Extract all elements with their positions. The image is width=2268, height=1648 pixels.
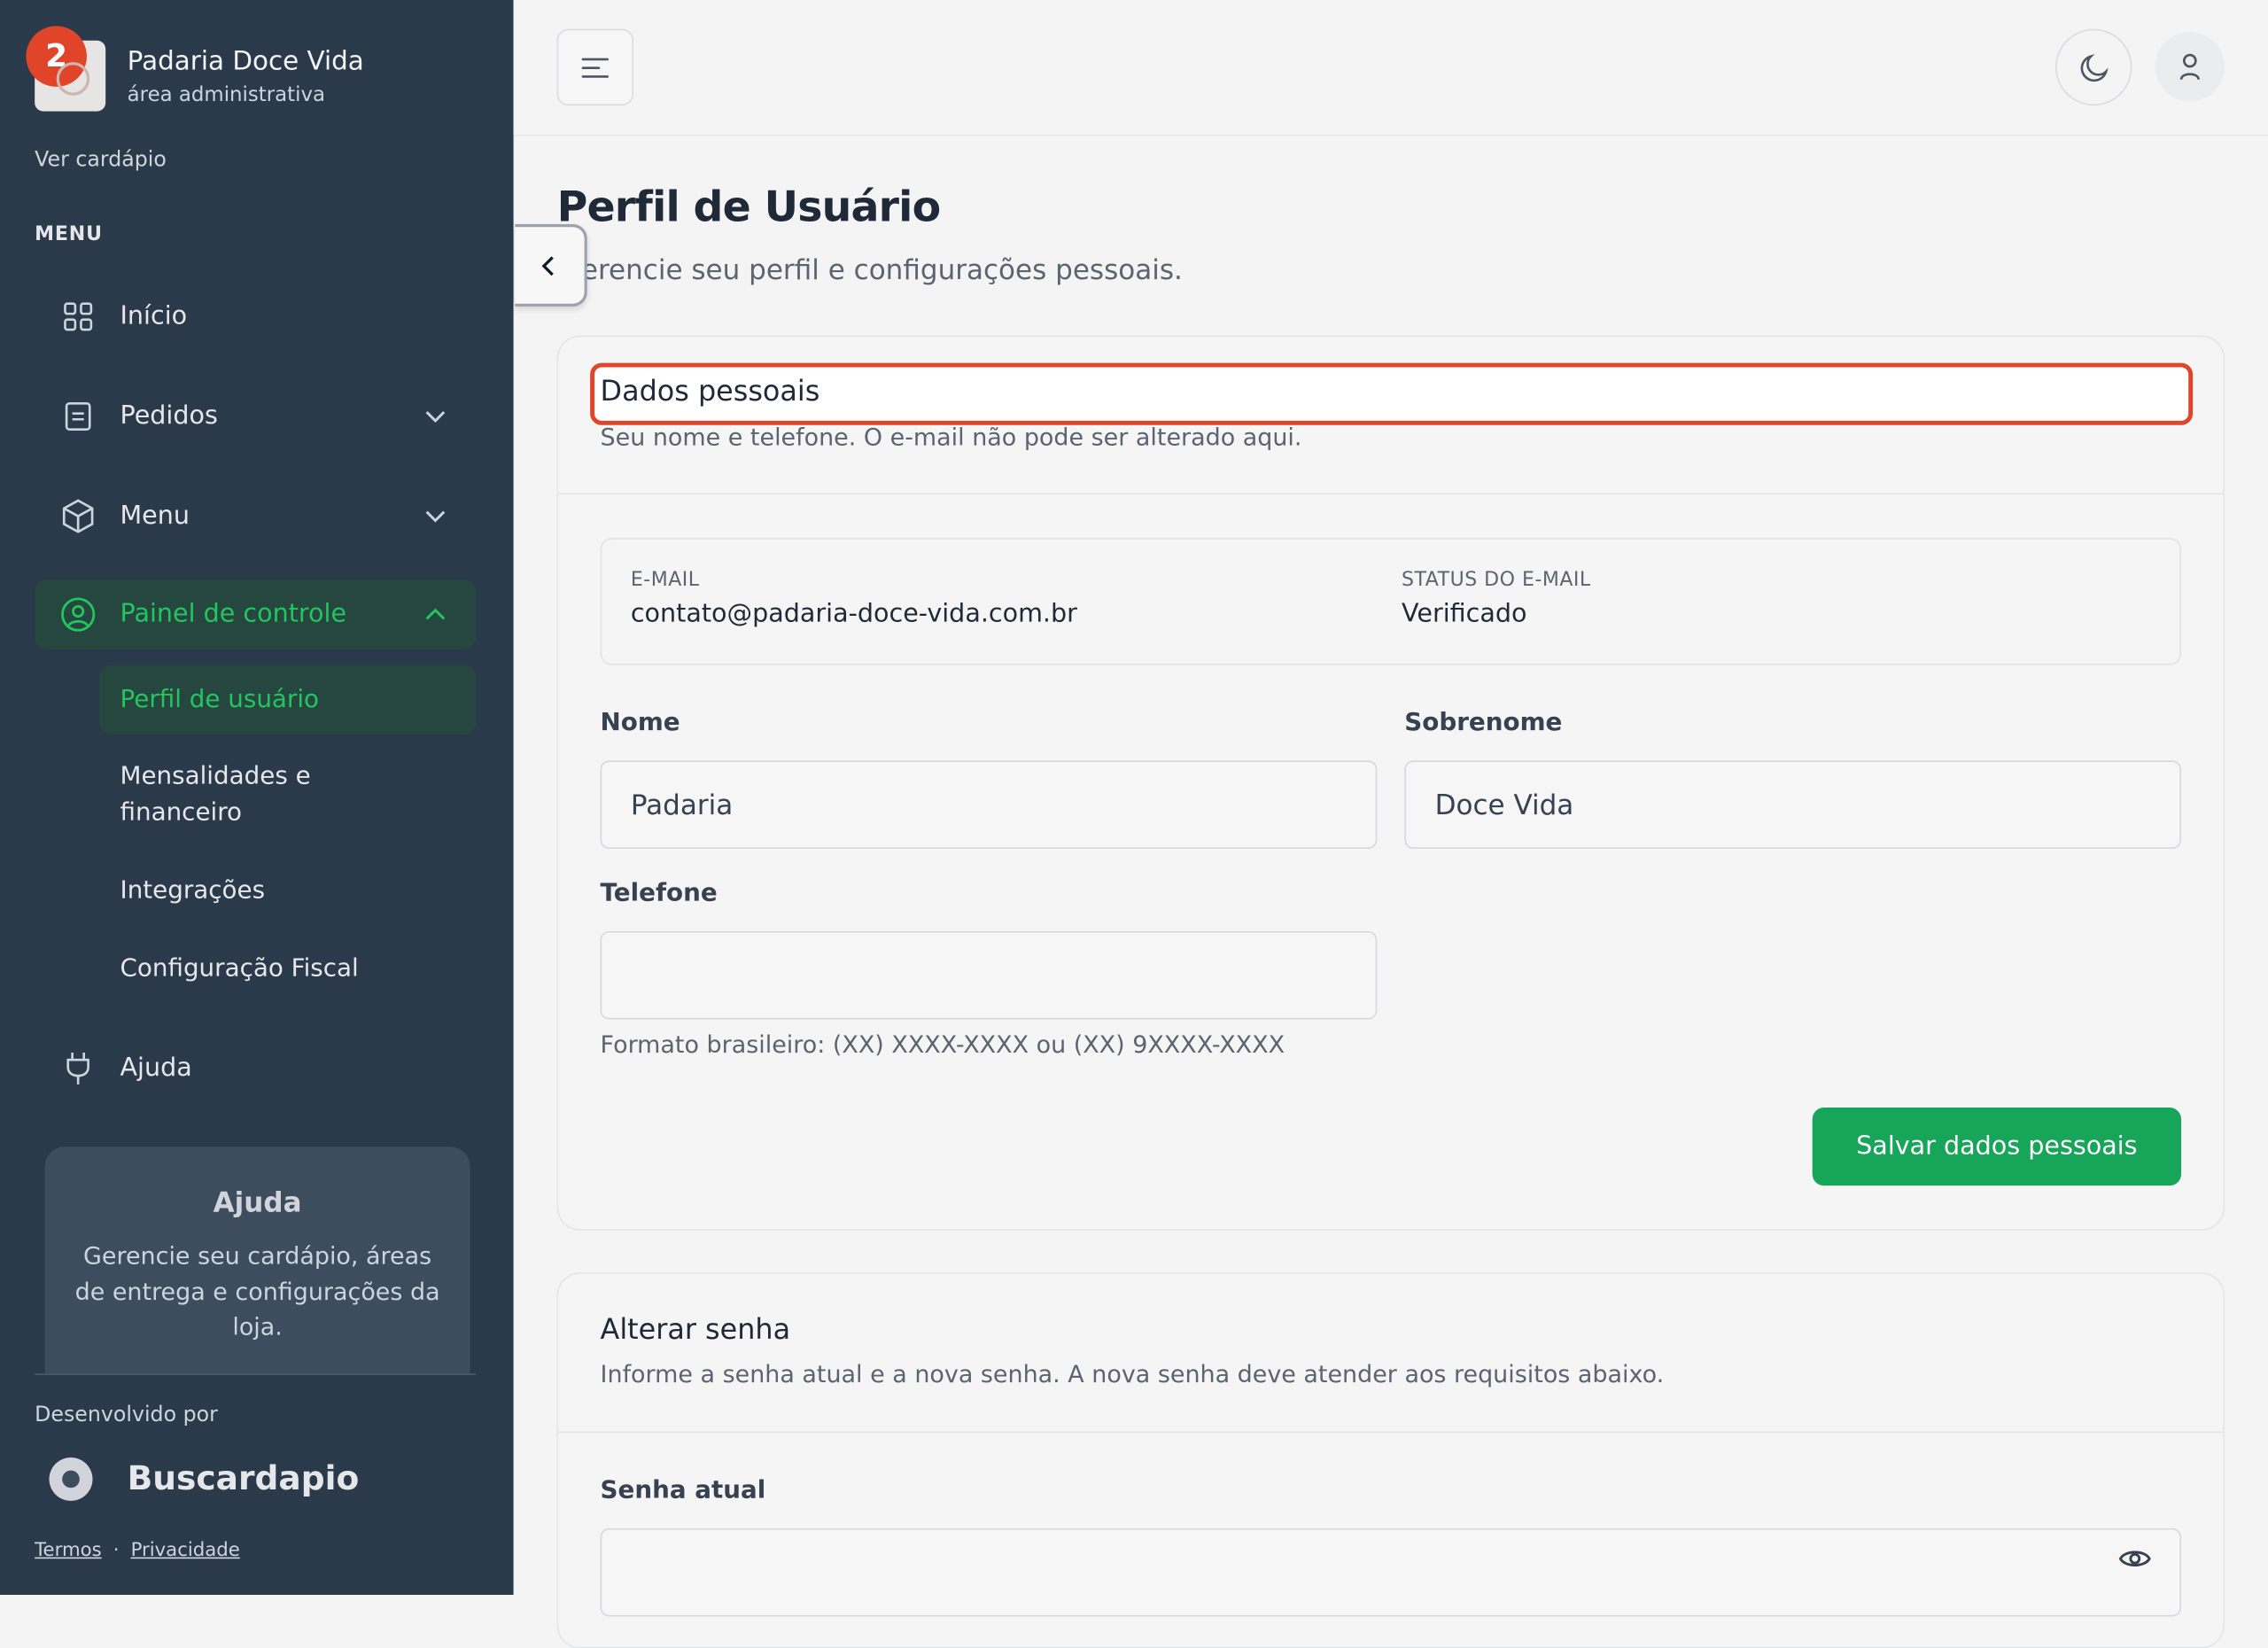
eye-icon[interactable] xyxy=(2117,1543,2152,1574)
sidebar-item-inicio[interactable]: Início xyxy=(35,282,476,351)
topbar xyxy=(513,0,2268,136)
card-divider xyxy=(558,1431,2224,1434)
brand-subtitle: área administrativa xyxy=(127,82,326,106)
sidebar-divider xyxy=(35,1373,477,1375)
change-password-title: Alterar senha xyxy=(600,1312,791,1347)
page-subtitle: Gerencie seu perfil e configurações pess… xyxy=(579,254,1183,287)
sidebar-item-label: Menu xyxy=(120,501,190,531)
email-value: contato@padaria-doce-vida.com.br xyxy=(630,600,1077,629)
sidebar-subitem-fiscal[interactable]: Configuração Fiscal xyxy=(100,952,476,988)
page-subtitle-wrap: Gerencie seu perfil e configurações pess… xyxy=(579,254,1200,295)
brand[interactable]: 2 Padaria Doce Vida área administrativa xyxy=(26,26,364,112)
notification-badge[interactable]: 2 xyxy=(26,26,87,87)
sidebar-item-menu[interactable]: Menu xyxy=(35,481,476,550)
developed-by-label: Desenvolvido por xyxy=(35,1403,218,1427)
view-menu-link[interactable]: Ver cardápio xyxy=(35,149,167,172)
phone-hint: Formato brasileiro: (XX) XXXX-XXXX ou (X… xyxy=(600,1030,1285,1059)
user-menu-button[interactable] xyxy=(2155,31,2225,102)
menu-icon xyxy=(580,57,609,77)
legal-links: Termos · Privacidade xyxy=(35,1540,240,1561)
email-status-label: STATUS DO E-MAIL xyxy=(1402,568,1591,592)
save-personal-data-button[interactable]: Salvar dados pessoais xyxy=(1812,1108,2182,1186)
sidebar-item-label: Pedidos xyxy=(120,401,218,431)
phone-label: Telefone xyxy=(600,879,718,908)
help-card-text: Gerencie seu cardápio, áreas de entrega … xyxy=(74,1241,440,1341)
card-divider xyxy=(558,493,2224,495)
first-name-label: Nome xyxy=(600,708,680,738)
current-password-label: Senha atual xyxy=(600,1476,766,1505)
sidebar-subitem-integracoes[interactable]: Integrações xyxy=(100,874,476,910)
first-name-input[interactable] xyxy=(600,760,1378,849)
brand-logo: 2 xyxy=(26,26,106,112)
sidebar-item-label: Painel de controle xyxy=(120,600,347,629)
personal-data-description: Seu nome e telefone. O e-mail não pode s… xyxy=(600,424,1302,452)
chevron-left-icon xyxy=(541,255,554,276)
menu-heading: MENU xyxy=(35,222,103,246)
email-label: E-MAIL xyxy=(630,568,700,592)
sidebar-subitem-mensalidades[interactable]: Mensalidades e financeiro xyxy=(100,759,433,832)
chevron-down-icon xyxy=(425,411,446,423)
developer-logo xyxy=(49,1457,93,1501)
user-circle-icon xyxy=(57,593,100,636)
brand-name: Padaria Doce Vida xyxy=(127,45,364,76)
sidebar: 2 Padaria Doce Vida área administrativa … xyxy=(0,0,514,1595)
collapse-sidebar-button[interactable] xyxy=(515,223,587,307)
chevron-down-icon xyxy=(425,510,446,523)
terms-link[interactable]: Termos xyxy=(35,1540,102,1561)
moon-icon xyxy=(2079,53,2108,82)
plug-icon xyxy=(57,1047,100,1091)
phone-input[interactable] xyxy=(600,930,1378,1020)
page-title: Perfil de Usuário xyxy=(556,182,942,232)
section-highlight xyxy=(590,362,2194,425)
help-card-title: Ajuda xyxy=(213,1186,302,1219)
developer-name: Buscardapio xyxy=(127,1460,360,1498)
email-status-value: Verificado xyxy=(1402,600,1527,629)
sidebar-item-painel[interactable]: Painel de controle xyxy=(35,579,477,649)
grid-icon xyxy=(57,295,100,338)
sidebar-item-pedidos[interactable]: Pedidos xyxy=(35,382,476,451)
document-icon xyxy=(57,395,100,439)
current-password-input[interactable] xyxy=(600,1528,2182,1617)
sidebar-subitem-perfil[interactable]: Perfil de usuário xyxy=(99,665,477,735)
last-name-input[interactable] xyxy=(1404,760,2182,849)
legal-separator: · xyxy=(113,1539,120,1562)
box-icon xyxy=(57,494,100,538)
privacy-link[interactable]: Privacidade xyxy=(131,1540,240,1561)
menu-toggle-button[interactable] xyxy=(556,28,634,106)
last-name-label: Sobrenome xyxy=(1404,708,1563,738)
sidebar-item-label: Início xyxy=(120,302,188,331)
sidebar-item-ajuda[interactable]: Ajuda xyxy=(35,1034,476,1103)
change-password-description: Informe a senha atual e a nova senha. A … xyxy=(600,1360,1665,1388)
sidebar-item-label: Ajuda xyxy=(120,1053,192,1084)
theme-toggle-button[interactable] xyxy=(2054,28,2132,106)
user-icon xyxy=(2179,53,2200,81)
developer-brand[interactable]: Buscardapio xyxy=(49,1457,360,1501)
personal-data-title: Dados pessoais xyxy=(600,374,820,408)
help-card: Ajuda Gerencie seu cardápio, áreas de en… xyxy=(44,1147,470,1375)
chevron-up-icon xyxy=(425,608,446,620)
